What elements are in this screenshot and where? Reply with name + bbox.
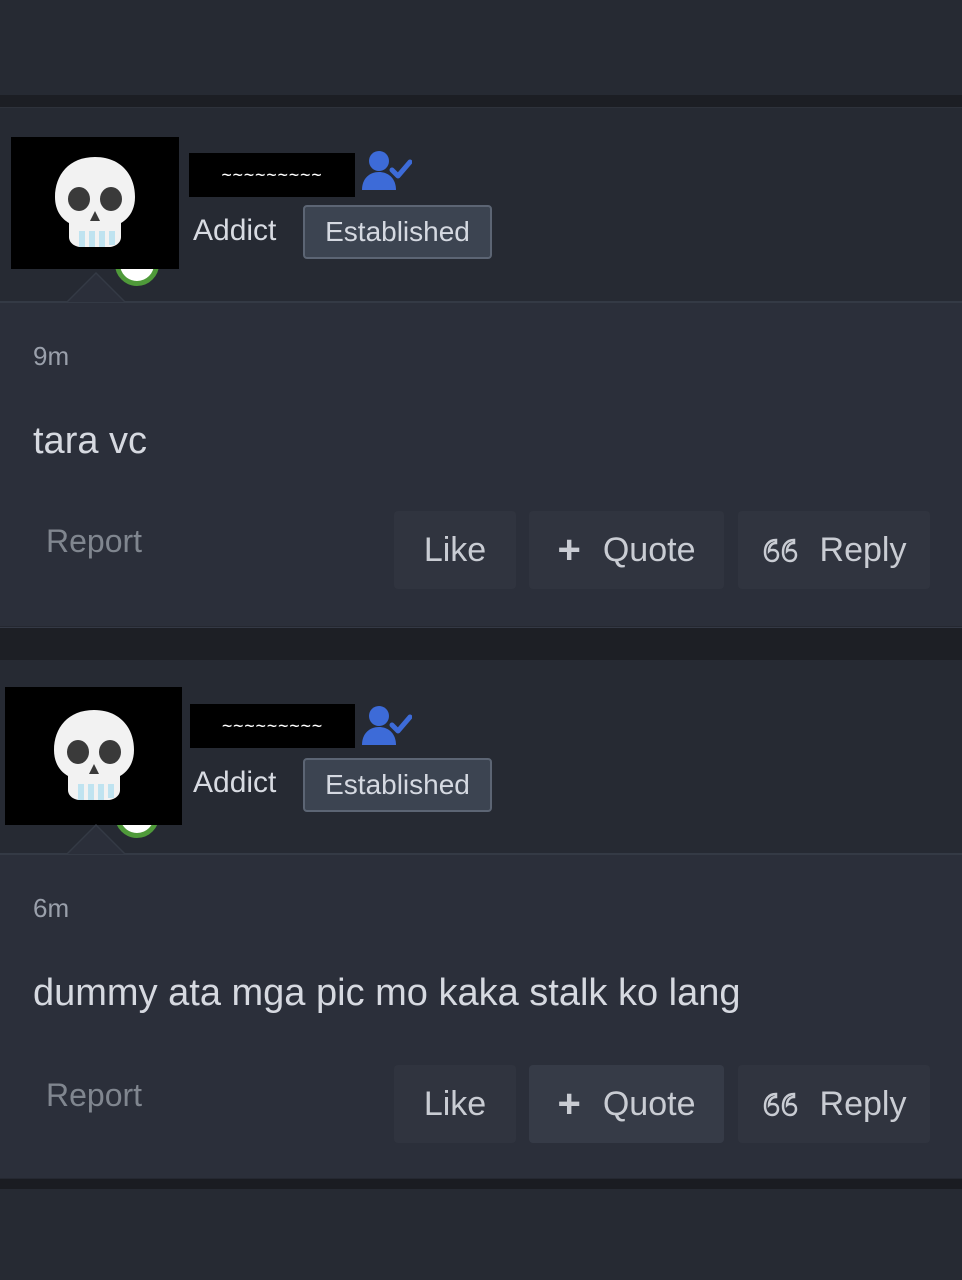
quote-button[interactable]: + Quote xyxy=(529,1065,724,1143)
skull-icon xyxy=(53,710,134,800)
plus-icon: + xyxy=(557,528,581,572)
post-body: 9m tara vc Report Like + Quote Reply xyxy=(0,303,962,626)
reply-button[interactable]: Reply xyxy=(738,1065,930,1143)
user-header: ~~~~~~~~~ Addict Established xyxy=(0,108,962,303)
quote-marks-icon xyxy=(763,538,797,563)
post-separator xyxy=(0,95,962,108)
top-strip xyxy=(0,0,962,95)
user-check-icon xyxy=(362,151,412,190)
username-text[interactable]: ~~~~~~~~~ xyxy=(222,716,323,736)
report-link[interactable]: Report xyxy=(46,1077,142,1114)
post-time[interactable]: 6m xyxy=(33,893,69,924)
post: ~~~~~~~~~ Addict Established 6m dummy at… xyxy=(0,660,962,1178)
plus-icon: + xyxy=(557,1082,581,1126)
user-check-icon xyxy=(362,706,412,745)
reply-button[interactable]: Reply xyxy=(738,511,930,589)
post: ~~~~~~~~~ Addict Established 9m tara vc … xyxy=(0,108,962,626)
username[interactable]: ~~~~~~~~~ xyxy=(189,153,355,197)
like-button[interactable]: Like xyxy=(394,1065,516,1143)
quote-label: Quote xyxy=(602,1084,696,1123)
user-badge: Established xyxy=(303,205,492,259)
post-separator xyxy=(0,627,962,660)
like-label: Like xyxy=(423,1084,487,1123)
username-text[interactable]: ~~~~~~~~~ xyxy=(221,165,322,185)
reply-label: Reply xyxy=(819,1084,907,1123)
post-body: 6m dummy ata mga pic mo kaka stalk ko la… xyxy=(0,855,962,1178)
quote-button[interactable]: + Quote xyxy=(529,511,724,589)
avatar[interactable] xyxy=(11,137,179,269)
user-badge: Established xyxy=(303,758,492,812)
user-role: Addict xyxy=(193,214,277,247)
like-button[interactable]: Like xyxy=(394,511,516,589)
like-label: Like xyxy=(423,530,487,569)
post-separator xyxy=(0,1179,962,1189)
post-message: dummy ata mga pic mo kaka stalk ko lang xyxy=(33,972,741,1014)
avatar[interactable] xyxy=(5,687,182,825)
header-pointer xyxy=(66,272,126,302)
user-header: ~~~~~~~~~ Addict Established xyxy=(0,660,962,855)
skull-icon xyxy=(55,157,135,247)
username[interactable]: ~~~~~~~~~ xyxy=(190,704,355,748)
quote-marks-icon xyxy=(763,1092,797,1117)
user-role: Addict xyxy=(193,766,277,799)
header-pointer xyxy=(66,824,126,854)
reply-label: Reply xyxy=(819,530,907,569)
quote-label: Quote xyxy=(602,530,696,569)
post-time[interactable]: 9m xyxy=(33,341,69,372)
report-link[interactable]: Report xyxy=(46,523,142,560)
bottom-strip xyxy=(0,1189,962,1280)
post-message: tara vc xyxy=(33,420,148,462)
